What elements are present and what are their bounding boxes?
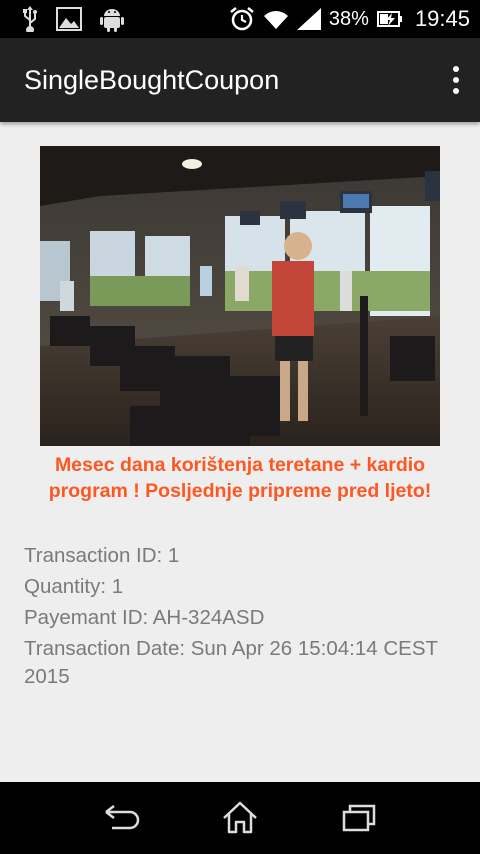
- wifi-icon: [263, 11, 288, 29]
- transaction-id: Transaction ID: 1: [24, 544, 180, 567]
- quantity: Quantity: 1: [24, 575, 124, 598]
- action-bar: SingleBoughtCoupon: [0, 38, 480, 122]
- alarm-icon: [230, 7, 254, 31]
- transaction-details: Transaction ID: 1 Quantity: 1 Payemant I…: [24, 540, 444, 691]
- coupon-title: Mesec dana korištenja teretane + kardio …: [48, 454, 432, 502]
- status-bar: 38% 19:45: [0, 0, 480, 38]
- transaction-date: Transaction Date: Sun Apr 26 15:04:14 CE…: [24, 637, 438, 688]
- usb-icon: [23, 6, 37, 32]
- clock: 19:45: [414, 6, 470, 31]
- recent-apps-icon[interactable]: [340, 798, 380, 838]
- navigation-bar: [0, 782, 480, 854]
- coupon-image: [40, 146, 440, 446]
- image-icon: [56, 7, 82, 31]
- back-icon[interactable]: [100, 798, 140, 838]
- overflow-menu-icon[interactable]: [432, 38, 480, 122]
- page-title: SingleBoughtCoupon: [24, 64, 280, 95]
- gym-photo: [40, 146, 440, 446]
- android-icon: [100, 9, 124, 32]
- payment-id: Payemant ID: AH-324ASD: [24, 606, 265, 629]
- battery-percent: 38%: [328, 7, 369, 30]
- battery-charging-icon: [376, 11, 402, 27]
- signal-icon: [296, 8, 321, 30]
- home-icon[interactable]: [220, 798, 260, 838]
